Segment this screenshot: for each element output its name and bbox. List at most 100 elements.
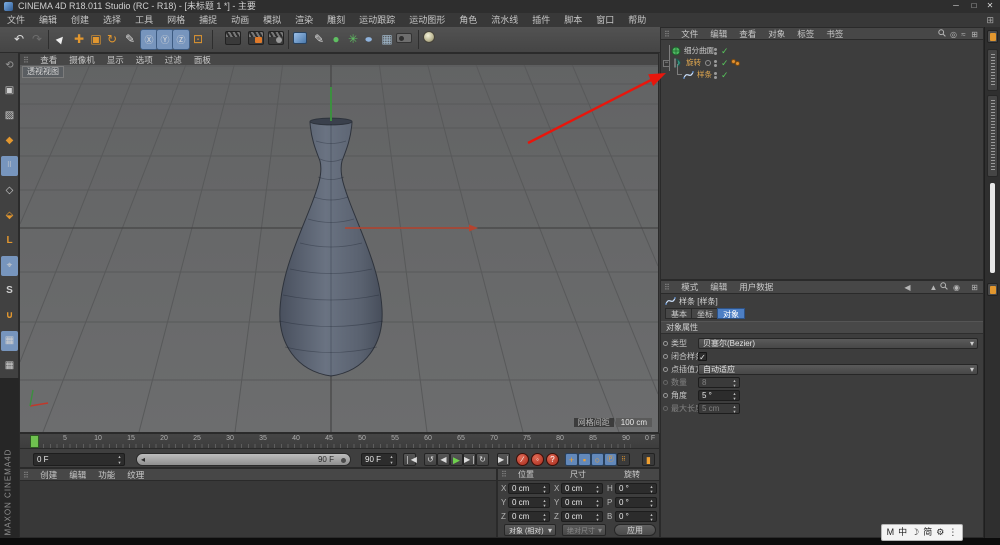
material-list-area[interactable] [20,481,496,537]
field-grid-icon[interactable]: ▦ [378,29,396,50]
locked-workplane-icon[interactable]: ▦ [1,331,18,351]
range-end-field[interactable]: 90 F▴▾ [361,453,397,466]
lock-icon[interactable]: ◉ [951,282,962,293]
render-view-icon[interactable] [225,31,241,45]
type-dropdown[interactable]: 贝塞尔(Bezier)▾ [698,338,978,349]
minimize-button[interactable]: ─ [948,0,964,13]
pos-y-field[interactable]: 0 cm▴▾ [508,497,550,508]
play-forwards-icon[interactable]: ▶ [450,453,463,466]
close-spline-checkbox[interactable]: ✓ [698,352,707,361]
ime-halfwidth-icon[interactable]: ☽ [909,527,921,537]
key-pla-icon[interactable]: ⠿ [617,453,630,466]
menu-mesh[interactable]: 网格 [160,13,192,27]
undo-icon[interactable]: ↶ [10,29,28,50]
layout-tab[interactable] [987,95,998,177]
camera-icon[interactable] [396,33,412,43]
menu-animate[interactable]: 动画 [224,13,256,27]
om-menu-file[interactable]: 文件 [675,28,704,40]
object-properties-header[interactable]: 对象属性 [661,321,983,334]
path-icon[interactable]: ≈ [958,29,969,40]
size-z-field[interactable]: 0 cm▴▾ [561,511,603,522]
scrubber-left-arrow-icon[interactable]: ◂ [141,454,145,466]
angle-field[interactable]: 5 °▴▾ [698,390,740,401]
pos-x-field[interactable]: 0 cm▴▾ [508,483,550,494]
spinner-icon[interactable]: ▴▾ [388,454,395,466]
expand-toggle-icon[interactable]: − [663,60,670,67]
spinner-icon[interactable]: ▴▾ [594,484,601,494]
menu-sculpt[interactable]: 雕刻 [320,13,352,27]
anim-toggle-icon[interactable] [663,354,668,359]
polygons-mode-icon[interactable]: ⬙ [1,206,18,226]
close-button[interactable]: ✕ [982,0,998,13]
menu-window[interactable]: 窗口 [589,13,621,27]
metaball-icon[interactable]: ● [360,29,378,50]
vp-menu-display[interactable]: 显示 [101,54,130,66]
key-position-icon[interactable]: + [565,453,578,466]
back-arrow-icon[interactable]: ◀ [902,282,913,293]
enable-check-icon[interactable]: ✓ [721,69,729,81]
enable-check-icon[interactable]: ✓ [721,57,729,69]
am-menu-edit[interactable]: 编辑 [704,281,733,293]
pointer-mode-icon[interactable]: ▲ [928,282,939,293]
menu-help[interactable]: 帮助 [621,13,653,27]
vp-menu-cameras[interactable]: 摄像机 [63,54,101,66]
panel-grip-icon[interactable]: ⠿ [20,470,32,482]
timeline-scrubber[interactable]: ◂ 90 F [136,453,351,466]
viewport-canvas[interactable] [20,54,658,432]
spinner-icon[interactable]: ▴▾ [541,484,548,494]
render-settings-icon[interactable] [268,31,284,45]
layer-dot-icon[interactable] [705,48,711,54]
vp-menu-panel[interactable]: 面板 [188,54,217,66]
rot-p-field[interactable]: 0 °▴▾ [615,497,657,508]
visibility-dots-icon[interactable] [714,71,718,80]
key-parameter-icon[interactable]: Ⓟ [604,453,617,466]
phong-tag-icon[interactable] [731,59,741,67]
current-frame-marker[interactable] [30,435,39,448]
goto-end-icon[interactable]: ▶❘ [497,453,510,466]
current-frame-field[interactable]: 0 F▴▾ [33,453,125,466]
menu-snap[interactable]: 捕捉 [192,13,224,27]
ime-toolbar[interactable]: M中☽简⚙⋮ [881,524,963,541]
previous-frame-icon[interactable]: ◀ [437,453,450,466]
spinner-icon[interactable]: ▴▾ [594,498,601,508]
menu-edit[interactable]: 编辑 [32,13,64,27]
tweak-mode-icon[interactable]: ⌖ [1,256,18,276]
menu-simulate[interactable]: 模拟 [256,13,288,27]
menu-character[interactable]: 角色 [452,13,484,27]
menu-tools[interactable]: 工具 [128,13,160,27]
primitive-cube-icon[interactable] [293,32,307,44]
spinner-icon[interactable]: ▴▾ [731,391,738,401]
size-y-field[interactable]: 0 cm▴▾ [561,497,603,508]
light-icon[interactable] [423,31,435,43]
dock-icon[interactable]: ⊞ [969,282,980,293]
subdivision-surface-icon[interactable]: ● [327,29,345,50]
tab-basic[interactable]: 基本 [665,308,693,319]
spinner-icon[interactable]: ▴▾ [648,512,655,522]
search-icon[interactable] [940,282,951,290]
key-rotation-icon[interactable]: ○ [591,453,604,466]
ime-simplified[interactable]: 简 [921,527,934,537]
redo-icon[interactable]: ↷ [28,29,46,50]
spinner-icon[interactable]: ▴▾ [648,498,655,508]
magnet-icon[interactable]: ∪ [1,306,18,326]
interpolation-dropdown[interactable]: 自动适应▾ [698,364,978,375]
om-menu-bookmarks[interactable]: 书签 [820,28,849,40]
autokey-icon[interactable]: ◦ [531,453,544,466]
menu-script[interactable]: 脚本 [557,13,589,27]
rotate-tool-icon[interactable]: ↻ [103,29,121,50]
menu-mograph[interactable]: 运动图形 [402,13,452,27]
coordinate-mode-dropdown[interactable]: 对象 (相对)▾ [504,524,556,536]
loop-mode-icon[interactable]: ↻ [476,453,489,466]
vp-menu-filter[interactable]: 过滤 [159,54,188,66]
object-row-spline[interactable]: 样条 ✓ [661,69,983,81]
key-scale-icon[interactable]: ▪ [578,453,591,466]
layout-grid-icon[interactable]: ⊞ [986,15,994,26]
render-picture-viewer-icon[interactable] [248,31,264,45]
layout-palette-icon[interactable] [987,30,998,43]
ime-more-icon[interactable]: ⋮ [946,527,959,537]
last-tool-icon[interactable]: ✎ [121,29,139,50]
goto-start-icon[interactable]: ❘◀ [403,453,416,466]
live-selection-icon[interactable]: ▲ [52,29,70,50]
dock-scrollbar[interactable] [990,183,995,273]
axis-mode-icon[interactable]: L [1,231,18,251]
